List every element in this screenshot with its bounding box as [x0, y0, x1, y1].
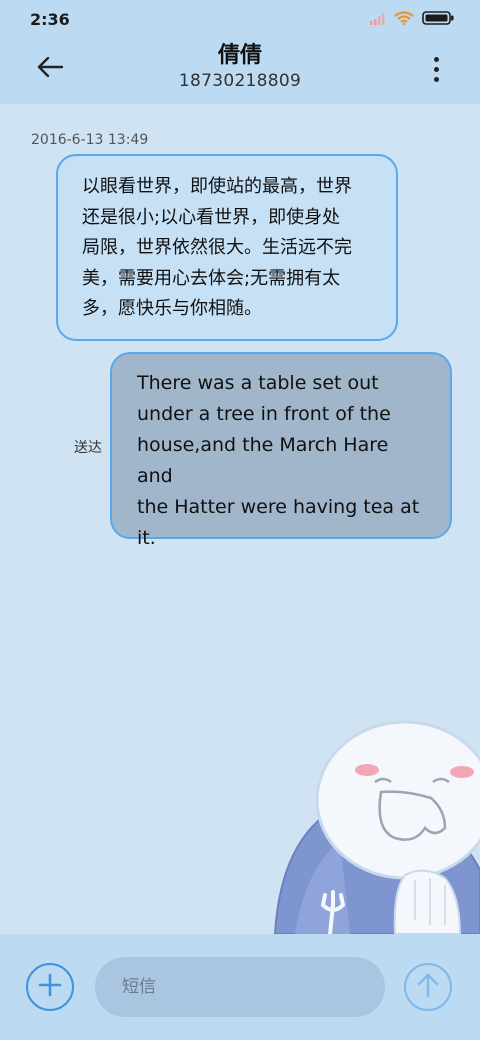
battery-icon: [422, 10, 454, 29]
signal-icon: [370, 10, 386, 29]
message-line: the Hatter were having tea at: [137, 496, 420, 518]
contact-phone: 18730218809: [178, 71, 302, 91]
more-vertical-icon: [433, 54, 439, 84]
wallpaper-mascot-illustration: [255, 720, 480, 936]
incoming-message-bubble[interactable]: 以眼看世界，即使站的最高，世界 还是很小;以心看世界，即使身处 局限，世界依然很…: [56, 154, 398, 341]
message-line: 多，愿快乐与你相随。: [82, 298, 262, 319]
conversation-header: 倩倩 18730218809: [0, 40, 480, 104]
message-input[interactable]: [122, 977, 362, 997]
message-line: 美，需要用心去体会;无需拥有太: [82, 267, 341, 289]
status-time: 2:36: [30, 10, 70, 29]
add-attachment-button[interactable]: [26, 963, 74, 1011]
outgoing-message-bubble[interactable]: There was a table set out under a tree i…: [110, 352, 452, 549]
status-bar: 2:36: [0, 0, 480, 40]
message-line: 局限，世界依然很大。生活远不完: [82, 237, 352, 258]
contact-info: 倩倩 18730218809: [0, 42, 480, 92]
message-line: house,and the March Hare and: [137, 434, 389, 487]
status-icons: [370, 10, 454, 29]
message-line: it.: [137, 527, 156, 549]
wifi-icon: [394, 10, 414, 29]
message-line: There was a table set out: [137, 372, 379, 394]
message-line: 还是很小;以心看世界，即使身处: [82, 206, 341, 228]
send-button[interactable]: [404, 963, 452, 1011]
message-input-container[interactable]: [95, 957, 385, 1017]
message-line: under a tree in front of the: [137, 403, 391, 425]
plus-icon: [37, 972, 63, 1002]
arrow-up-icon: [416, 972, 440, 1002]
message-timestamp: 2016-6-13 13:49: [31, 132, 149, 148]
contact-name: 倩倩: [217, 43, 262, 68]
delivery-status: 送达: [74, 440, 102, 456]
top-bar: 2:36 倩倩 18730218809: [0, 0, 480, 104]
more-options-button[interactable]: [428, 54, 444, 84]
composer-bar: [0, 934, 480, 1040]
message-line: 以眼看世界，即使站的最高，世界: [82, 176, 352, 197]
